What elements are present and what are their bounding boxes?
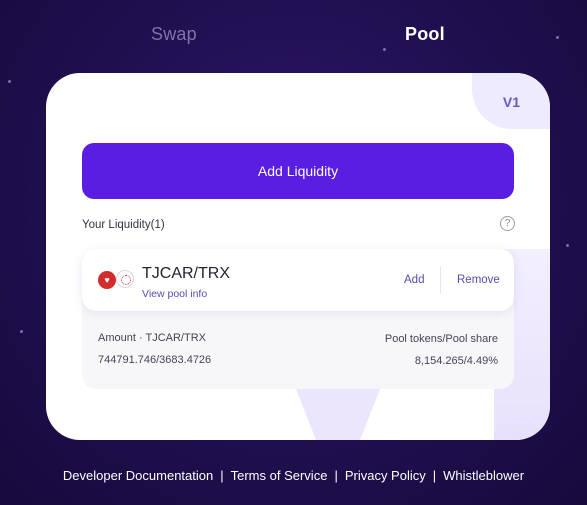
view-pool-info-link[interactable]: View pool info	[142, 288, 207, 300]
tjcar-token-icon: ♥	[98, 271, 116, 289]
question-circle-icon[interactable]: ?	[500, 216, 515, 231]
add-liquidity-button[interactable]: Add Liquidity	[82, 143, 514, 199]
pool-share-label: Pool tokens/Pool share	[384, 333, 498, 345]
terms-of-service-link[interactable]: Terms of Service	[231, 468, 328, 483]
position-card: ♥ TJCAR/TRX View pool info Add Remove	[82, 249, 514, 311]
remove-button[interactable]: Remove	[457, 274, 500, 286]
whistleblower-link[interactable]: Whistleblower	[443, 468, 524, 483]
divider	[440, 266, 441, 294]
developer-documentation-link[interactable]: Developer Documentation	[63, 468, 213, 483]
your-liquidity-label: Your Liquidity(1)	[82, 219, 165, 231]
amount-value: 744791.746/3683.4726	[98, 354, 212, 366]
footer-separator: |	[334, 468, 338, 483]
amount-label: Amount · TJCAR/TRX	[98, 332, 206, 344]
tab-bar: Swap Pool	[0, 24, 587, 52]
decorative-shape	[296, 389, 380, 440]
background-star	[8, 80, 11, 83]
pool-card: V1 Add Liquidity Your Liquidity(1) ? ♥ T…	[46, 73, 550, 440]
background-star	[566, 244, 569, 247]
version-label: V1	[502, 94, 520, 110]
footer-separator: |	[432, 468, 437, 483]
add-button[interactable]: Add	[404, 274, 424, 286]
footer-links: Developer Documentation | Terms of Service…	[0, 468, 587, 483]
pool-share-value: 8,154.265/4.49%	[414, 355, 498, 367]
background-star	[20, 330, 23, 333]
pair-name: TJCAR/TRX	[142, 265, 230, 282]
tab-pool[interactable]: Pool	[405, 24, 445, 45]
tab-swap[interactable]: Swap	[151, 24, 197, 45]
trx-token-icon	[116, 270, 134, 288]
footer-separator: |	[220, 468, 224, 483]
privacy-policy-link[interactable]: Privacy Policy	[345, 468, 426, 483]
